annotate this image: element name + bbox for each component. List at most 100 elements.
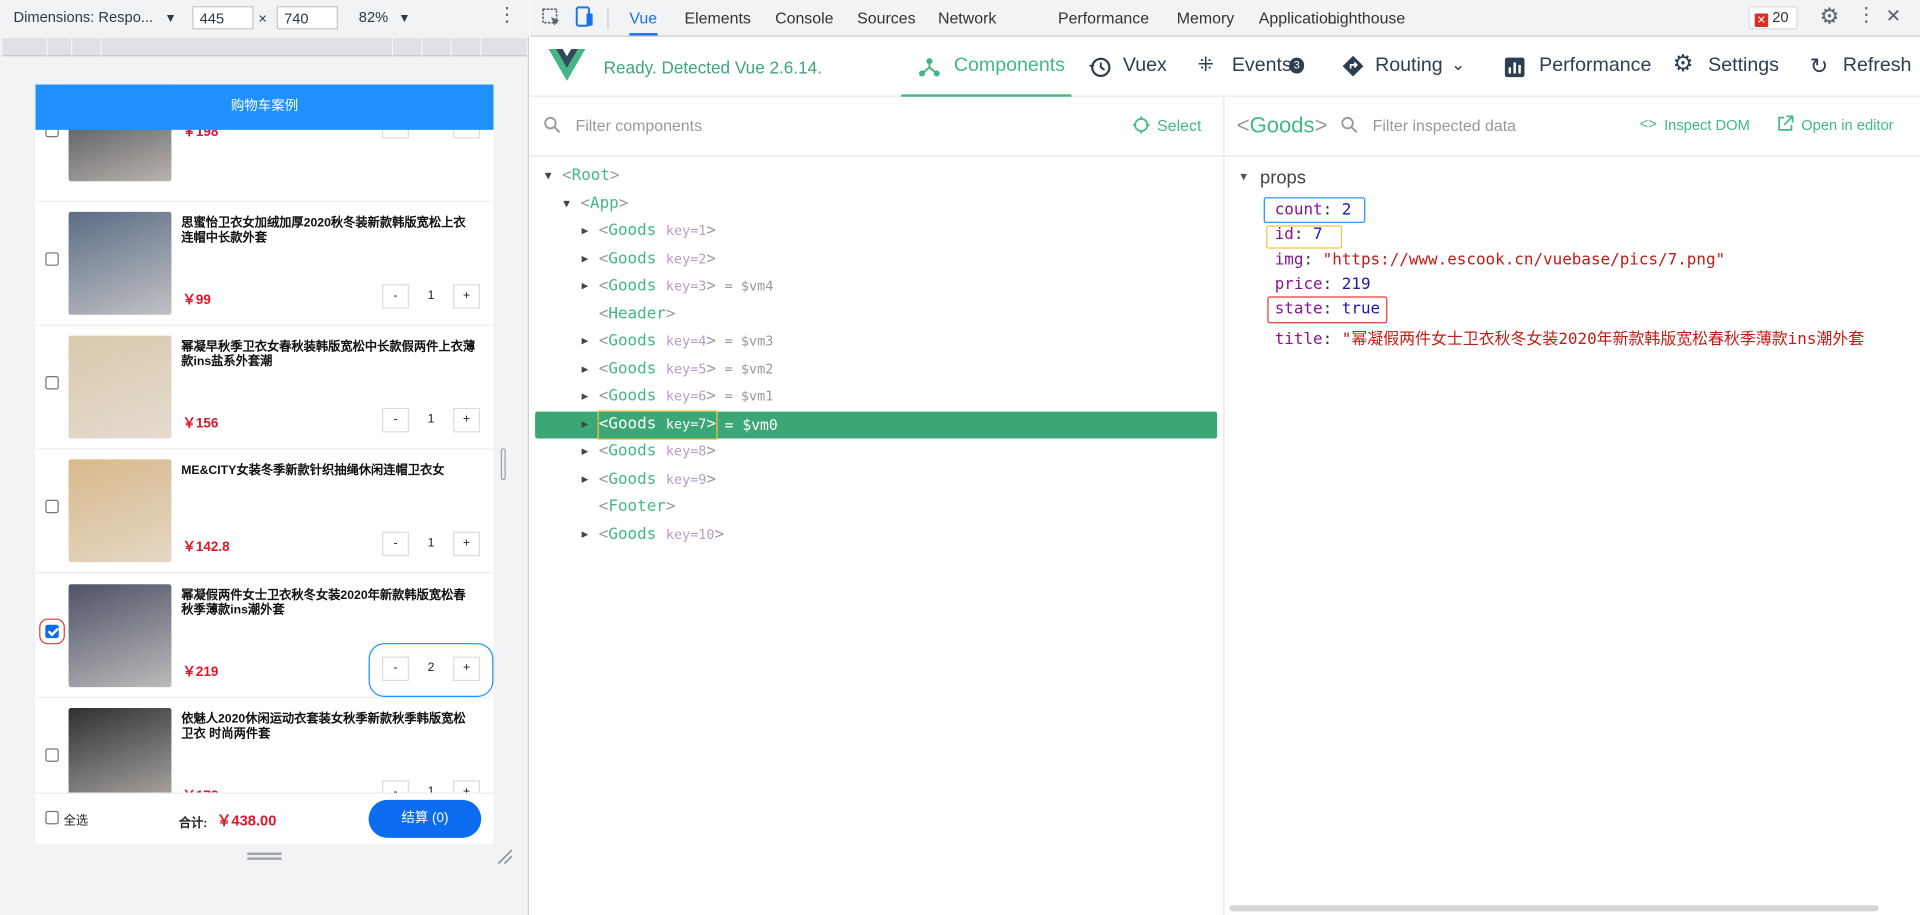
tree-node-goods[interactable]: ▶ <Goods key=8>: [535, 439, 1217, 466]
caret-down-icon[interactable]: ▼: [563, 190, 570, 217]
increment-button[interactable]: +: [453, 531, 481, 557]
caret-right-icon[interactable]: ▶: [582, 246, 589, 273]
prop-row-img[interactable]: img: "https://www.escook.cn/vuebase/pics…: [1275, 251, 1725, 269]
dimensions-dropdown[interactable]: Dimensions: Respo... ▼: [13, 9, 176, 26]
caret-down-icon[interactable]: ▼: [545, 163, 552, 190]
increment-button[interactable]: +: [453, 284, 481, 309]
tree-node-goods[interactable]: ▶ <Goods key=2>: [535, 246, 1217, 273]
select-all-checkbox[interactable]: [45, 810, 59, 825]
events-icon: ⁜: [1197, 55, 1214, 76]
increment-button[interactable]: +: [453, 656, 481, 682]
goods-item: 思蜜怡卫衣女加绒加厚2020秋冬装新款韩版宽松上衣连帽中长款外套 ￥99 - 1 +: [35, 202, 494, 326]
tab-performance[interactable]: Performance: [1058, 9, 1149, 27]
performance-icon: [1504, 56, 1526, 84]
caret-right-icon[interactable]: ▶: [582, 411, 589, 438]
item-checkbox[interactable]: [45, 252, 59, 266]
more-options-icon[interactable]: ⋮: [497, 6, 517, 26]
caret-right-icon[interactable]: ▶: [582, 218, 589, 245]
props-section-title: props: [1260, 167, 1306, 189]
tab-memory[interactable]: Memory: [1177, 9, 1234, 27]
item-checkbox[interactable]: [45, 499, 59, 514]
vm-reference: = $vm0: [724, 415, 778, 434]
tab-sources[interactable]: Sources: [857, 9, 915, 27]
increment-button[interactable]: +: [453, 407, 481, 433]
nav-settings[interactable]: Settings: [1708, 55, 1779, 77]
chevron-down-icon[interactable]: ▼: [1240, 171, 1247, 183]
checkout-button[interactable]: 结算 (0): [368, 799, 482, 838]
item-checkbox[interactable]: [45, 376, 59, 390]
width-input[interactable]: 445: [192, 6, 254, 30]
more-options-icon[interactable]: ⋮: [1856, 6, 1876, 26]
highlight-box-id: [1266, 225, 1343, 249]
caret-right-icon[interactable]: ▶: [582, 521, 589, 548]
device-toggle-icon[interactable]: [574, 6, 594, 32]
close-icon[interactable]: ✕: [1886, 7, 1901, 25]
caret-right-icon[interactable]: ▶: [582, 466, 589, 493]
decrement-button[interactable]: -: [382, 531, 409, 557]
resize-corner-icon[interactable]: [496, 848, 513, 865]
prop-value: "https://www.escook.cn/vuebase/pics/7.pn…: [1322, 250, 1726, 269]
filter-components-input[interactable]: Filter components: [576, 116, 703, 134]
tree-node-app[interactable]: ▼ <App>: [535, 190, 1217, 217]
tree-node-label: <App>: [580, 194, 629, 213]
nav-performance[interactable]: Performance: [1539, 55, 1651, 77]
nav-events[interactable]: Events: [1232, 55, 1292, 77]
nav-refresh[interactable]: Refresh: [1843, 55, 1912, 77]
tree-node-goods[interactable]: ▶ <Goods key=9>: [535, 466, 1217, 493]
tree-node-header[interactable]: <Header>: [535, 301, 1217, 328]
refresh-icon: ↻: [1809, 53, 1829, 79]
tree-node-label: <Root>: [562, 166, 620, 185]
viewport-scrollbar[interactable]: [500, 448, 506, 481]
item-title: ME&CITY女装冬季新款针织抽绳休闲连帽卫衣女: [181, 464, 445, 478]
caret-right-icon[interactable]: ▶: [582, 439, 589, 466]
device-emulation-pane: Dimensions: Respo... ▼ 445 × 740 82% ▼ ⋮…: [0, 0, 529, 915]
tree-node-goods[interactable]: ▶ <Goods key=6> = $vm1: [535, 383, 1217, 410]
tree-node-goods[interactable]: ▶ <Goods key=4> = $vm3: [535, 328, 1217, 355]
item-checkbox[interactable]: [45, 748, 59, 762]
error-counter[interactable]: ✕ 20: [1748, 6, 1798, 30]
tab-lighthouse[interactable]: Lighthouse: [1327, 9, 1405, 27]
tree-node-goods[interactable]: ▶ <Goods key=1>: [535, 218, 1217, 245]
tab-application[interactable]: Application: [1259, 9, 1337, 27]
horizontal-scrollbar[interactable]: [1229, 905, 1879, 912]
prop-key: img: [1274, 250, 1304, 269]
tree-node-goods[interactable]: ▶ <Goods key=5> = $vm2: [535, 356, 1217, 383]
nav-routing[interactable]: Routing: [1375, 55, 1443, 77]
tree-node-goods[interactable]: ▶ <Goods key=3> = $vm4: [535, 273, 1217, 300]
caret-right-icon[interactable]: ▶: [582, 328, 589, 355]
tree-node-footer[interactable]: <Footer>: [535, 494, 1217, 521]
open-in-editor-button[interactable]: Open in editor: [1801, 116, 1893, 133]
filter-inspected-input[interactable]: Filter inspected data: [1373, 116, 1516, 134]
caret-right-icon[interactable]: ▶: [582, 383, 589, 410]
tree-node-root[interactable]: ▼ <Root>: [535, 163, 1217, 190]
caret-right-icon[interactable]: ▶: [582, 273, 589, 300]
emulated-viewport: 购物车案例 ￥198-1+思蜜怡卫衣女加绒加厚2020秋冬装新款韩版宽松上衣连帽…: [35, 84, 494, 844]
prop-row-price[interactable]: price: 219: [1275, 275, 1371, 293]
height-input[interactable]: 740: [276, 6, 338, 30]
decrement-button[interactable]: -: [382, 284, 409, 309]
prop-key: title: [1274, 330, 1323, 349]
resize-handle-bottom[interactable]: [247, 852, 282, 860]
tab-elements[interactable]: Elements: [684, 9, 750, 27]
tree-node-goods[interactable]: ▶ <Goods key=10>: [535, 521, 1217, 548]
prop-row-title[interactable]: title: "幂凝假两件女士卫衣秋冬女装2020年新款韩版宽松春秋季薄款ins…: [1275, 325, 1864, 348]
media-query-ruler[interactable]: [2, 37, 527, 57]
tab-vue[interactable]: Vue: [629, 9, 658, 36]
tab-network[interactable]: Network: [938, 9, 996, 27]
inspect-dom-button[interactable]: Inspect DOM: [1664, 116, 1750, 133]
item-checkbox[interactable]: [39, 618, 65, 645]
inspect-element-icon[interactable]: [541, 7, 561, 30]
caret-right-icon[interactable]: ▶: [582, 356, 589, 383]
nav-vuex[interactable]: Vuex: [1123, 55, 1167, 77]
chevron-down-icon[interactable]: ⌄: [1451, 54, 1465, 75]
devtools-tabbar: Vue Elements Console Sources Network Performa…: [530, 0, 1920, 37]
nav-components[interactable]: Components: [901, 38, 1072, 97]
select-button[interactable]: Select: [1157, 116, 1201, 134]
gear-icon[interactable]: ⚙: [1820, 5, 1840, 27]
tab-console[interactable]: Console: [775, 9, 833, 27]
tree-node-goods[interactable]: ▶ <Goods key=7> = $vm0: [535, 409, 1218, 440]
zoom-dropdown[interactable]: 82% ▼: [359, 9, 411, 26]
props-inspector: ▼ props count: 2 id: 7 img: "https://www.e…: [1224, 158, 1920, 915]
decrement-button[interactable]: -: [382, 407, 409, 433]
decrement-button[interactable]: -: [382, 656, 409, 682]
